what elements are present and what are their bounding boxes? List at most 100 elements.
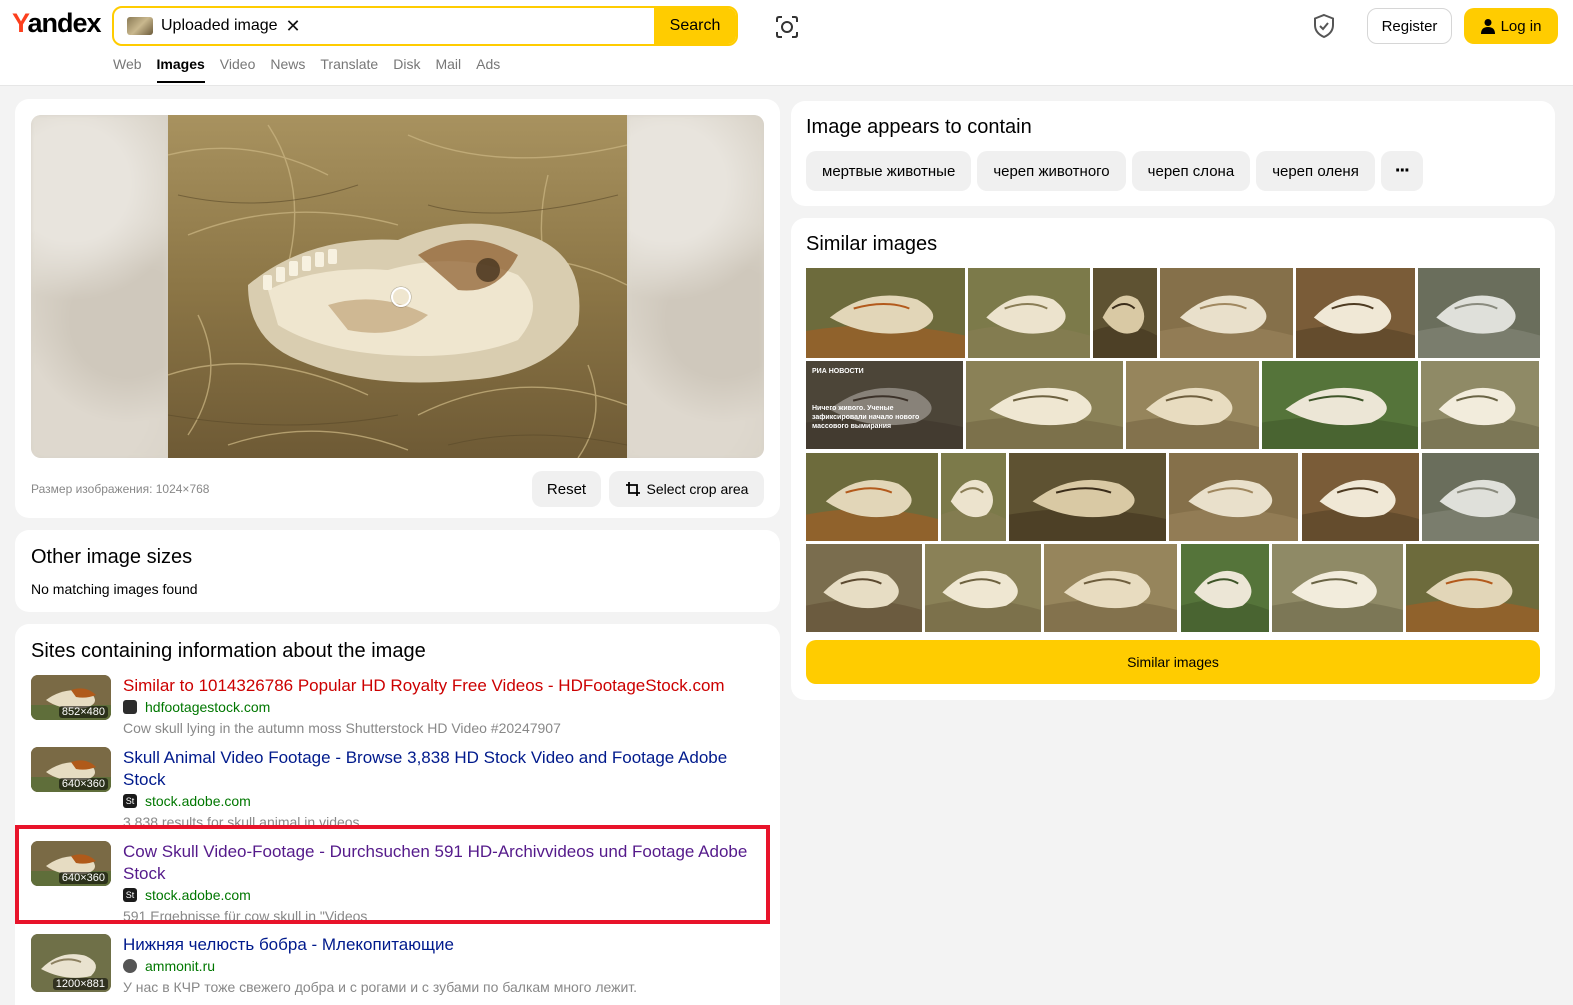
user-icon	[1480, 19, 1495, 34]
similar-image-thumb[interactable]	[1421, 361, 1539, 449]
overlay-source: РИА НОВОСТИ	[812, 368, 864, 375]
site-title-link[interactable]: Similar to 1014326786 Popular HD Royalty…	[123, 675, 763, 697]
similar-image-thumb[interactable]	[1126, 361, 1259, 449]
site-host-label: stock.adobe.com	[145, 793, 251, 809]
site-thumbnail[interactable]: 1200×881	[31, 934, 111, 992]
image-preview[interactable]	[31, 115, 764, 458]
register-button[interactable]: Register	[1367, 8, 1452, 44]
service-nav: Web Images Video News Translate Disk Mai…	[113, 56, 515, 83]
tag-chip[interactable]: череп слона	[1131, 151, 1251, 191]
site-thumbnail[interactable]: 852×480	[31, 675, 111, 720]
crop-handle[interactable]	[391, 287, 411, 307]
thumbnail-text-overlay: РИА НОВОСТИ Ничего живого. Ученые зафикси…	[806, 361, 963, 449]
sites-title: Sites containing information about the i…	[31, 640, 426, 662]
lens-icon[interactable]	[772, 12, 802, 42]
similar-image-thumb[interactable]	[1406, 544, 1539, 632]
tag-list: мертвые животные череп животного череп с…	[806, 151, 1423, 191]
tag-chip[interactable]: мертвые животные	[806, 151, 972, 191]
similar-images-button[interactable]: Similar images	[806, 640, 1540, 684]
site-host[interactable]: St stock.adobe.com	[123, 793, 251, 809]
nav-video[interactable]: Video	[220, 56, 256, 83]
similar-image-thumb[interactable]: РИА НОВОСТИ Ничего живого. Ученые зафикси…	[806, 361, 963, 449]
select-crop-area-button[interactable]: Select crop area	[609, 471, 764, 507]
other-sizes-card: Other image sizes No matching images fou…	[15, 530, 780, 612]
resolution-badge: 1200×881	[52, 978, 108, 990]
image-thumb-icon	[127, 17, 153, 35]
site-result: 852×480 Similar to 1014326786 Popular HD…	[31, 675, 771, 745]
similar-image-thumb[interactable]	[1160, 268, 1293, 358]
similar-images-card: Similar images РИА НОВОСТИ Ничего живого.…	[791, 218, 1555, 700]
site-description: 591 Ergebnisse für cow skull in "Videos	[123, 908, 368, 921]
login-button[interactable]: Log in	[1464, 8, 1558, 44]
site-thumbnail[interactable]: 640×360	[31, 747, 111, 792]
similar-image-thumb[interactable]	[806, 268, 965, 358]
crop-icon	[625, 482, 640, 496]
query-image-card: Размер изображения: 1024×768 Reset Selec…	[15, 99, 780, 518]
similar-image-thumb[interactable]	[806, 453, 938, 541]
nav-web[interactable]: Web	[113, 56, 142, 83]
contains-title: Image appears to contain	[806, 116, 1032, 138]
similar-image-thumb[interactable]	[968, 268, 1090, 358]
similar-image-thumb[interactable]	[966, 361, 1123, 449]
similar-image-thumb[interactable]	[1418, 268, 1540, 358]
similar-image-thumb[interactable]	[941, 453, 1006, 541]
site-title-link[interactable]: Cow Skull Video-Footage - Durchsuchen 59…	[123, 841, 763, 885]
search-bar[interactable]: Uploaded image ✕ Search	[112, 6, 738, 46]
similar-image-thumb[interactable]	[1009, 453, 1166, 541]
similar-image-thumb[interactable]	[1169, 453, 1298, 541]
similar-image-thumb[interactable]	[1093, 268, 1157, 358]
site-result: 640×360 Skull Animal Video Footage - Bro…	[31, 747, 771, 827]
site-thumbnail[interactable]: 640×360	[31, 841, 111, 886]
site-result: 1200×881 Нижняя челюсть бобра - Млекопит…	[31, 934, 771, 1004]
site-description: У нас в КЧР тоже свежего добра и с рогам…	[123, 979, 638, 995]
nav-mail[interactable]: Mail	[435, 56, 461, 83]
similar-image-thumb[interactable]	[1296, 268, 1415, 358]
similar-images-title: Similar images	[806, 233, 938, 255]
uploaded-image-chip: Uploaded image ✕	[127, 15, 301, 37]
similar-image-thumb[interactable]	[925, 544, 1041, 632]
nav-translate[interactable]: Translate	[320, 56, 378, 83]
search-button[interactable]: Search	[654, 8, 736, 44]
blurred-background-left	[31, 115, 168, 458]
shield-icon[interactable]	[1310, 12, 1338, 40]
site-host-label: ammonit.ru	[145, 958, 216, 974]
yandex-logo[interactable]: Yandex	[12, 8, 102, 39]
close-icon[interactable]: ✕	[286, 17, 301, 35]
tag-chip[interactable]: череп оленя	[1256, 151, 1375, 191]
similar-image-thumb[interactable]	[1181, 544, 1269, 632]
similar-images-grid: РИА НОВОСТИ Ничего живого. Ученые зафикси…	[806, 268, 1540, 632]
image-contains-card: Image appears to contain мертвые животны…	[791, 101, 1555, 206]
hdfootagestock-favicon-icon	[123, 700, 137, 714]
adobe-stock-favicon-icon: St	[123, 888, 137, 902]
similar-image-thumb[interactable]	[1302, 453, 1419, 541]
site-host[interactable]: St stock.adobe.com	[123, 887, 251, 903]
similar-image-thumb[interactable]	[1272, 544, 1403, 632]
reset-button[interactable]: Reset	[532, 471, 601, 507]
site-description: 3,838 results for skull animal in videos	[123, 814, 360, 827]
other-sizes-title: Other image sizes	[31, 546, 193, 568]
resolution-badge: 640×360	[58, 778, 108, 790]
similar-image-thumb[interactable]	[806, 544, 922, 632]
site-host-label: stock.adobe.com	[145, 887, 251, 903]
tag-chip[interactable]: череп животного	[977, 151, 1126, 191]
similar-image-thumb[interactable]	[1044, 544, 1177, 632]
login-label: Log in	[1500, 17, 1542, 35]
no-matching-message: No matching images found	[31, 581, 198, 597]
nav-ads[interactable]: Ads	[476, 56, 500, 83]
site-description: Cow skull lying in the autumn moss Shutt…	[123, 720, 561, 736]
site-title-link[interactable]: Нижняя челюсть бобра - Млекопитающие	[123, 934, 763, 956]
similar-image-thumb[interactable]	[1422, 453, 1539, 541]
site-host[interactable]: hdfootagestock.com	[123, 699, 270, 715]
site-host[interactable]: ammonit.ru	[123, 958, 215, 974]
resolution-badge: 852×480	[58, 706, 108, 718]
more-icon[interactable]: ···	[1380, 151, 1423, 191]
uploaded-image-label: Uploaded image	[161, 17, 278, 34]
adobe-stock-favicon-icon: St	[123, 794, 137, 808]
nav-images[interactable]: Images	[156, 56, 205, 83]
nav-disk[interactable]: Disk	[393, 56, 420, 83]
ammonit-favicon-icon	[123, 959, 137, 973]
site-title-link[interactable]: Skull Animal Video Footage - Browse 3,83…	[123, 747, 763, 791]
image-size-label: Размер изображения: 1024×768	[31, 482, 210, 496]
similar-image-thumb[interactable]	[1262, 361, 1418, 449]
nav-news[interactable]: News	[270, 56, 305, 83]
